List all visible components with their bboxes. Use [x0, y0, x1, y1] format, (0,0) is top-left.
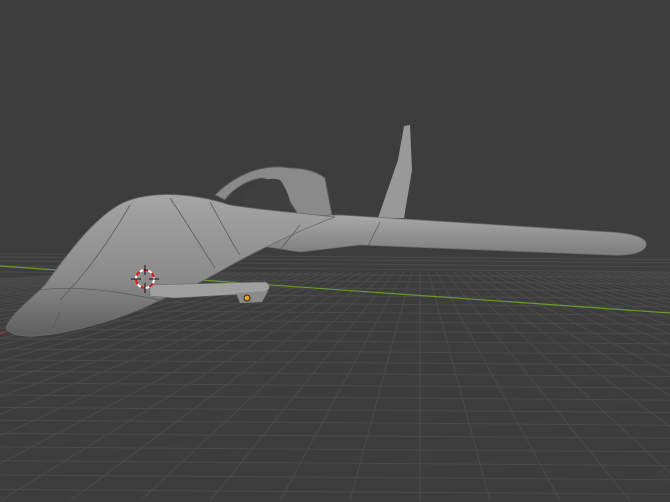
grid-line	[0, 370, 670, 377]
grid-line	[453, 271, 670, 474]
tail-fin	[378, 125, 412, 218]
grid-line	[0, 488, 670, 495]
grid-line	[279, 271, 404, 502]
grid-line	[0, 474, 670, 481]
grid-line	[0, 432, 670, 439]
grid-line	[349, 271, 413, 502]
grid-line	[0, 382, 670, 389]
grid-line	[0, 460, 670, 467]
3d-viewport[interactable]	[0, 0, 670, 502]
fuselage	[5, 194, 336, 337]
object-origin-icon[interactable]	[243, 294, 251, 302]
grid-line	[0, 419, 670, 426]
grid-line	[0, 359, 670, 366]
pylon	[236, 291, 268, 303]
grid-line	[209, 271, 396, 502]
viewport-scene	[0, 125, 670, 502]
grid-line	[0, 446, 670, 453]
grid-line	[139, 271, 387, 502]
